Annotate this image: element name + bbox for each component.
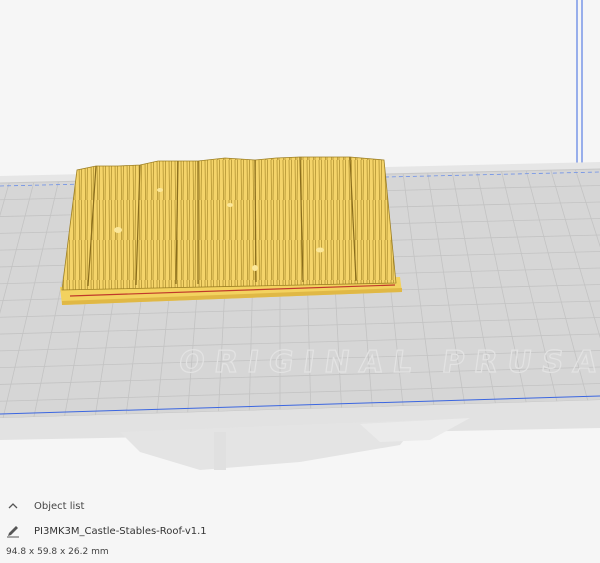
object-list-label: Object list [34, 500, 85, 512]
object-list-item[interactable]: PI3MK3M_Castle-Stables-Roof-v1.1 [6, 524, 207, 538]
object-name: PI3MK3M_Castle-Stables-Roof-v1.1 [34, 525, 207, 537]
object-list-panel: Object list PI3MK3M_Castle-Stables-Roof-… [0, 492, 600, 563]
chevron-up-icon[interactable] [6, 499, 20, 513]
3d-viewport[interactable]: ORIGINAL PRUSA [0, 0, 600, 563]
object-list-toggle[interactable]: Object list [6, 499, 84, 513]
bed-watermark: ORIGINAL PRUSA [177, 345, 600, 380]
pencil-icon[interactable] [6, 524, 20, 538]
roof-model[interactable] [60, 156, 402, 305]
object-dimensions: 94.8 x 59.8 x 26.2 mm [6, 547, 109, 557]
